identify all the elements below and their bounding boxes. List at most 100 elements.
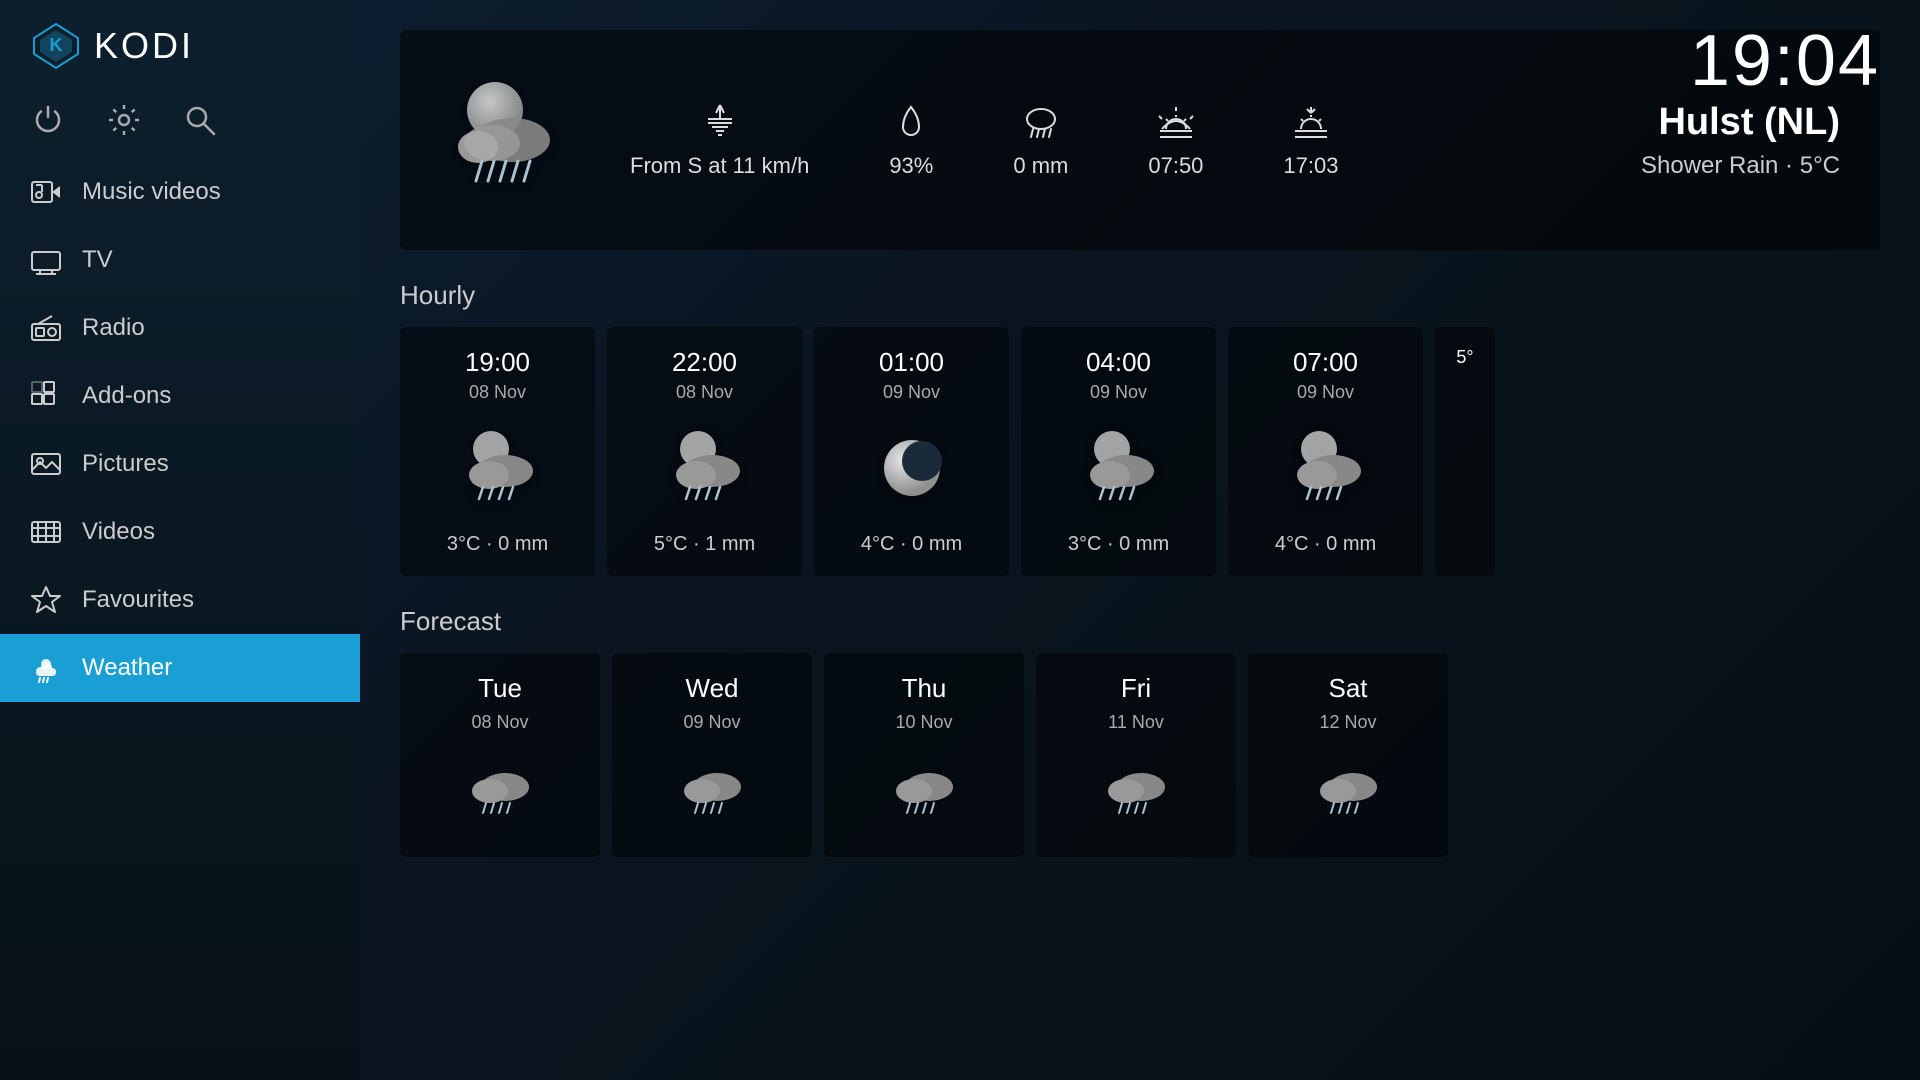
forecast-card-1: Wed 09 Nov — [612, 653, 812, 857]
kodi-header: K KODI — [0, 0, 360, 92]
forecast-date-0: 08 Nov — [471, 712, 528, 733]
videos-icon — [30, 516, 62, 548]
pictures-label: Pictures — [82, 450, 169, 478]
hourly-temp-4: 4°C · 0 mm — [1275, 533, 1376, 556]
forecast-card-2: Thu 10 Nov — [824, 653, 1024, 857]
sidebar: K KODI — [0, 0, 360, 1080]
hourly-date-1: 08 Nov — [676, 382, 733, 403]
main-content: From S at 11 km/h 93% 0 mm — [360, 0, 1920, 1080]
hourly-time-3: 04:00 — [1086, 347, 1151, 378]
forecast-icon-2 — [884, 749, 964, 829]
music-video-icon — [30, 176, 62, 208]
sunrise-value: 07:50 — [1148, 153, 1203, 179]
hourly-card-4: 07:00 09 Nov 4°C · 0 mm — [1228, 327, 1423, 576]
forecast-title: Forecast — [400, 606, 1880, 637]
precipitation-icon — [1019, 101, 1063, 145]
forecast-date-2: 10 Nov — [895, 712, 952, 733]
clock-display: 19:04 — [1690, 20, 1880, 102]
sidebar-item-music-videos[interactable]: Music videos — [0, 158, 360, 226]
hourly-icon-1 — [660, 423, 750, 513]
sidebar-item-tv[interactable]: TV — [0, 226, 360, 294]
location-name: Hulst (NL) — [1641, 101, 1840, 144]
precipitation-detail: 0 mm — [1013, 101, 1068, 179]
favourites-icon — [30, 584, 62, 616]
humidity-value: 93% — [889, 153, 933, 179]
sunset-value: 17:03 — [1283, 153, 1338, 179]
forecast-date-1: 09 Nov — [683, 712, 740, 733]
humidity-icon — [889, 101, 933, 145]
weather-nav-icon — [30, 652, 62, 684]
sidebar-item-videos[interactable]: Videos — [0, 498, 360, 566]
music-videos-label: Music videos — [82, 178, 221, 206]
forecast-day-1: Wed — [686, 673, 739, 704]
settings-icon[interactable] — [106, 102, 142, 138]
sidebar-item-radio[interactable]: Radio — [0, 294, 360, 362]
tv-label: TV — [82, 246, 113, 274]
humidity-detail: 93% — [889, 101, 933, 179]
forecast-grid: Tue 08 Nov Wed 09 Nov — [400, 653, 1880, 857]
location-condition: Shower Rain · 5°C — [1641, 152, 1840, 180]
radio-label: Radio — [82, 314, 145, 342]
sunset-detail: 17:03 — [1283, 101, 1338, 179]
kodi-logo-icon: K — [30, 20, 82, 72]
forecast-card-4: Sat 12 Nov — [1248, 653, 1448, 857]
forecast-icon-3 — [1096, 749, 1176, 829]
svg-text:K: K — [50, 35, 63, 55]
wind-detail: From S at 11 km/h — [630, 101, 809, 179]
hourly-card-3: 04:00 09 Nov 3°C · 0 mm — [1021, 327, 1216, 576]
hourly-title: Hourly — [400, 280, 1880, 311]
hourly-time-0: 19:00 — [465, 347, 530, 378]
forecast-icon-4 — [1308, 749, 1388, 829]
radio-icon — [30, 312, 62, 344]
hourly-icon-2 — [867, 423, 957, 513]
wind-icon — [698, 101, 742, 145]
hourly-time-1: 22:00 — [672, 347, 737, 378]
hourly-temp-2: 4°C · 0 mm — [861, 533, 962, 556]
favourites-label: Favourites — [82, 586, 194, 614]
hourly-section: Hourly 19:00 08 Nov 3°C · 0 mm — [400, 280, 1880, 576]
app-title: KODI — [94, 25, 194, 67]
hourly-date-3: 09 Nov — [1090, 382, 1147, 403]
hourly-time-4: 07:00 — [1293, 347, 1358, 378]
sidebar-nav: Music videos TV — [0, 158, 360, 1080]
hourly-icon-3 — [1074, 423, 1164, 513]
hourly-date-2: 09 Nov — [883, 382, 940, 403]
wind-value: From S at 11 km/h — [630, 153, 809, 179]
sidebar-item-weather[interactable]: Weather — [0, 634, 360, 702]
sidebar-item-favourites[interactable]: Favourites — [0, 566, 360, 634]
hourly-card-0: 19:00 08 Nov 3°C · 0 mm — [400, 327, 595, 576]
addons-label: Add-ons — [82, 382, 171, 410]
sidebar-item-addons[interactable]: Add-ons — [0, 362, 360, 430]
hourly-time-2: 01:00 — [879, 347, 944, 378]
search-icon[interactable] — [182, 102, 218, 138]
forecast-day-4: Sat — [1328, 673, 1367, 704]
sidebar-item-pictures[interactable]: Pictures — [0, 430, 360, 498]
hourly-temp-0: 3°C · 0 mm — [447, 533, 548, 556]
hourly-temp-3: 3°C · 0 mm — [1068, 533, 1169, 556]
sunset-icon — [1289, 101, 1333, 145]
current-weather-icon — [440, 75, 570, 205]
hourly-date-0: 08 Nov — [469, 382, 526, 403]
hourly-grid: 19:00 08 Nov 3°C · 0 mm 22:00 08 Nov — [400, 327, 1880, 576]
forecast-icon-0 — [460, 749, 540, 829]
hourly-icon-4 — [1281, 423, 1371, 513]
hourly-temp-1: 5°C · 1 mm — [654, 533, 755, 556]
sunrise-detail: 07:50 — [1148, 101, 1203, 179]
forecast-card-0: Tue 08 Nov — [400, 653, 600, 857]
hourly-card-2: 01:00 09 Nov 4°C · 0 mm — [814, 327, 1009, 576]
pictures-icon — [30, 448, 62, 480]
forecast-section: Forecast Tue 08 Nov Wed 09 Nov — [400, 606, 1880, 857]
forecast-day-2: Thu — [902, 673, 947, 704]
weather-details-row: From S at 11 km/h 93% 0 mm — [630, 101, 1641, 179]
sidebar-controls — [0, 102, 360, 158]
videos-label: Videos — [82, 518, 155, 546]
weather-location: Hulst (NL) Shower Rain · 5°C — [1641, 101, 1840, 180]
hourly-time-5: 5° — [1456, 347, 1473, 368]
forecast-day-3: Fri — [1121, 673, 1151, 704]
current-weather-card: From S at 11 km/h 93% 0 mm — [400, 30, 1880, 250]
power-icon[interactable] — [30, 102, 66, 138]
forecast-icon-1 — [672, 749, 752, 829]
weather-label: Weather — [82, 654, 172, 682]
hourly-card-5: 5° — [1435, 327, 1495, 576]
precipitation-value: 0 mm — [1013, 153, 1068, 179]
